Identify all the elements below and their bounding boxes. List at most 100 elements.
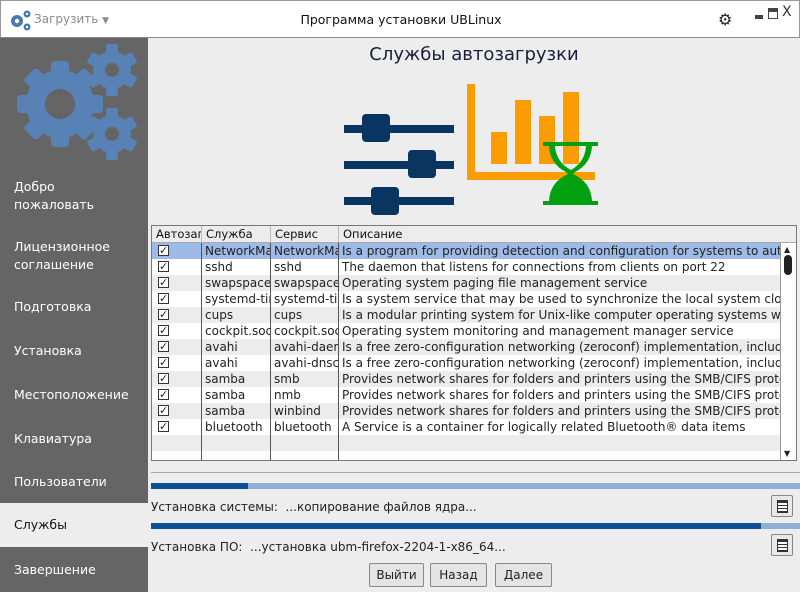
empty-row xyxy=(152,435,780,451)
table-row[interactable]: ✓ NetworkManager NetworkManager Is a pro… xyxy=(152,243,780,259)
unit-cell: sshd xyxy=(274,260,302,274)
service-cell: samba xyxy=(205,388,246,402)
close-icon[interactable]: X xyxy=(782,4,792,20)
autostart-checkbox[interactable]: ✓ xyxy=(158,389,169,400)
sidebar-item-label: Установка xyxy=(14,343,82,358)
unit-cell: smb xyxy=(274,372,300,386)
settings-gear-icon[interactable]: ⚙ xyxy=(718,10,732,29)
title-bar: Загрузить ▼ Программа установки UBLinux … xyxy=(0,0,800,38)
column-header-service[interactable]: Служба xyxy=(202,226,271,243)
table-row[interactable]: ✓ avahi avahi-daemon Is a free zero-conf… xyxy=(152,339,780,355)
scroll-up-icon[interactable]: ▲ xyxy=(784,245,790,254)
service-cell: systemd-timesyncd xyxy=(205,292,270,306)
system-log-button[interactable] xyxy=(771,495,793,517)
divider xyxy=(151,472,800,473)
sidebar-item-license[interactable]: Лицензионное соглашение xyxy=(0,234,148,278)
autostart-checkbox[interactable]: ✓ xyxy=(158,421,169,432)
column-header-description[interactable]: Описание xyxy=(339,226,796,243)
table-scrollbar[interactable]: ▲ ▼ xyxy=(780,243,796,460)
sidebar-item-finish[interactable]: Завершение xyxy=(0,548,148,592)
sidebar-item-label: Добро пожаловать xyxy=(14,179,95,212)
sidebar-item-preparation[interactable]: Подготовка xyxy=(0,285,148,329)
sidebar-item-label: Завершение xyxy=(14,562,96,577)
table-row[interactable]: ✓ swapspace swapspace Operating system p… xyxy=(152,275,780,291)
sidebar-item-label: Службы xyxy=(14,517,67,532)
unit-cell: nmb xyxy=(274,388,301,402)
service-cell: avahi xyxy=(205,340,238,354)
maximize-icon[interactable] xyxy=(768,8,778,19)
minimize-icon[interactable] xyxy=(755,15,763,19)
table-row[interactable]: ✓ cups cups Is a modular printing system… xyxy=(152,307,780,323)
unit-cell: avahi-daemon xyxy=(274,340,338,354)
description-cell: Is a system service that may be used to … xyxy=(342,292,780,306)
sidebar-item-welcome[interactable]: Добро пожаловать xyxy=(0,174,148,218)
sidebar-item-location[interactable]: Местоположение xyxy=(0,373,148,417)
sidebar-item-label: Местоположение xyxy=(14,387,129,402)
autostart-checkbox[interactable]: ✓ xyxy=(158,405,169,416)
sidebar: Добро пожаловать Лицензионное соглашение… xyxy=(0,38,148,592)
service-cell: samba xyxy=(205,372,246,386)
quit-button[interactable]: Выйти xyxy=(369,563,424,587)
table-row[interactable]: ✓ systemd-timesyncd systemd-timesyncd Is… xyxy=(152,291,780,307)
autostart-checkbox[interactable]: ✓ xyxy=(158,309,169,320)
unit-cell: winbind xyxy=(274,404,321,418)
sidebar-item-users[interactable]: Пользователи xyxy=(0,460,148,504)
sliders-icon xyxy=(344,114,454,215)
sidebar-item-keyboard[interactable]: Клавиатура xyxy=(0,417,148,461)
sidebar-item-services[interactable]: Службы xyxy=(0,503,148,547)
empty-row xyxy=(152,451,780,460)
description-cell: Is a free zero-configuration networking … xyxy=(342,356,780,370)
sidebar-item-label: Пользователи xyxy=(14,474,107,489)
description-cell: The daemon that listens for connections … xyxy=(342,260,726,274)
gears-logo-icon xyxy=(17,44,138,160)
software-log-button[interactable] xyxy=(771,534,793,556)
sidebar-item-label: Лицензионное соглашение xyxy=(14,239,110,272)
service-cell: sshd xyxy=(205,260,233,274)
sidebar-item-label: Подготовка xyxy=(14,299,92,314)
table-row[interactable]: ✓ samba nmb Provides network shares for … xyxy=(152,387,780,403)
description-cell: Operating system monitoring and manageme… xyxy=(342,324,734,338)
log-icon xyxy=(776,499,788,513)
unit-cell: systemd-timesyncd xyxy=(274,292,338,306)
autostart-checkbox[interactable]: ✓ xyxy=(158,357,169,368)
services-illustration-icon xyxy=(344,84,598,215)
description-cell: Provides network shares for folders and … xyxy=(342,388,780,402)
sidebar-item-label: Клавиатура xyxy=(14,431,92,446)
table-row[interactable]: ✓ samba smb Provides network shares for … xyxy=(152,371,780,387)
scroll-thumb[interactable] xyxy=(784,255,792,275)
software-progress-label: Установка ПО: ...установка ubm-firefox-2… xyxy=(151,540,506,554)
unit-cell: NetworkManager xyxy=(274,244,338,258)
autostart-checkbox[interactable]: ✓ xyxy=(158,277,169,288)
description-cell: Is a program for providing detection and… xyxy=(342,244,780,258)
description-cell: Is a modular printing system for Unix-li… xyxy=(342,308,780,322)
column-header-autostart[interactable]: Автозагрузка xyxy=(152,226,202,243)
software-progress-bar xyxy=(151,523,800,529)
system-progress-label: Установка системы: ...копирование файлов… xyxy=(151,500,477,514)
log-icon xyxy=(776,538,788,552)
table-row[interactable]: ✓ cockpit.socket cockpit.socket Operatin… xyxy=(152,323,780,339)
autostart-checkbox[interactable]: ✓ xyxy=(158,341,169,352)
autostart-checkbox[interactable]: ✓ xyxy=(158,245,169,256)
column-header-unit[interactable]: Сервис xyxy=(271,226,339,243)
autostart-checkbox[interactable]: ✓ xyxy=(158,293,169,304)
table-row[interactable]: ✓ bluetooth bluetooth A Service is a con… xyxy=(152,419,780,435)
table-row[interactable]: ✓ sshd sshd The daemon that listens for … xyxy=(152,259,780,275)
description-cell: Operating system paging file management … xyxy=(342,276,648,290)
unit-cell: bluetooth xyxy=(274,420,332,434)
autostart-checkbox[interactable]: ✓ xyxy=(158,325,169,336)
table-row[interactable]: ✓ samba winbind Provides network shares … xyxy=(152,403,780,419)
next-button[interactable]: Далее xyxy=(495,563,552,587)
back-button[interactable]: Назад xyxy=(430,563,487,587)
service-cell: samba xyxy=(205,404,246,418)
autostart-checkbox[interactable]: ✓ xyxy=(158,373,169,384)
description-cell: Is a free zero-configuration networking … xyxy=(342,340,780,354)
scroll-down-icon[interactable]: ▼ xyxy=(784,449,790,458)
service-cell: swapspace xyxy=(205,276,270,290)
autostart-checkbox[interactable]: ✓ xyxy=(158,261,169,272)
window-title: Программа установки UBLinux xyxy=(300,12,502,27)
description-cell: A Service is a container for logically r… xyxy=(342,420,746,434)
page-title: Службы автозагрузки xyxy=(369,44,579,65)
services-table: Автозагрузка Служба Сервис Описание ✓ Ne… xyxy=(151,225,797,461)
table-row[interactable]: ✓ avahi avahi-dnsconfd Is a free zero-co… xyxy=(152,355,780,371)
sidebar-item-installation[interactable]: Установка xyxy=(0,329,148,373)
